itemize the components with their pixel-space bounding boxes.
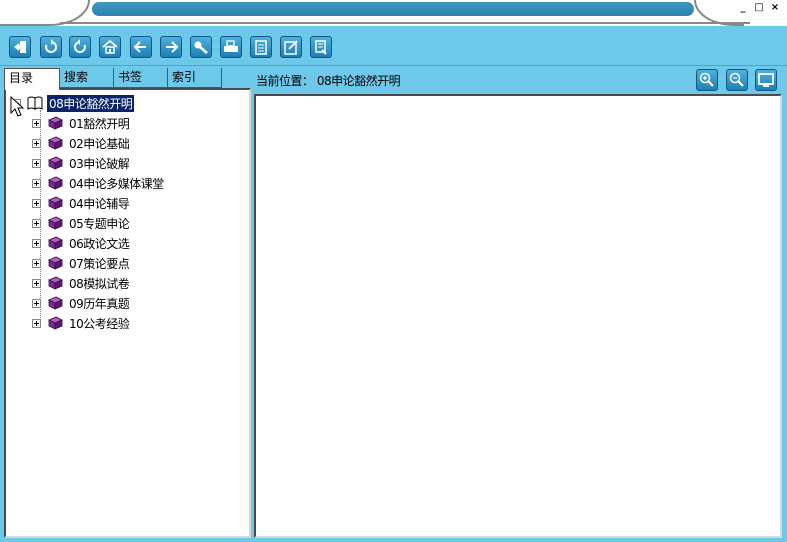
- book-icon: [48, 176, 63, 190]
- expand-icon[interactable]: [32, 278, 41, 288]
- back-rotate-button[interactable]: [69, 36, 91, 58]
- tab-contents[interactable]: 目录: [4, 68, 60, 90]
- zoom-out-button[interactable]: [726, 69, 748, 91]
- expand-icon[interactable]: [32, 198, 41, 208]
- tree-root[interactable]: 08申论豁然开明: [12, 94, 135, 112]
- refresh-icon: [45, 39, 58, 53]
- bookmark-add-icon: [284, 40, 298, 55]
- expand-icon[interactable]: [32, 178, 41, 188]
- book-icon: [48, 196, 63, 210]
- book-icon: [48, 276, 63, 290]
- location-bar: 当前位置： 08申论豁然开明: [252, 68, 782, 92]
- tab-index[interactable]: 索引: [168, 68, 222, 88]
- tab-bookmarks[interactable]: 书签: [114, 68, 168, 88]
- notes-icon: [255, 40, 267, 55]
- tab-search[interactable]: 搜索: [60, 68, 114, 88]
- monitor-icon: [758, 73, 774, 87]
- fullscreen-button[interactable]: [755, 69, 777, 91]
- expand-icon[interactable]: [32, 298, 41, 308]
- search-button[interactable]: [190, 36, 212, 58]
- expand-icon[interactable]: [32, 158, 41, 168]
- tree-item-label[interactable]: 04申论多媒体课堂: [67, 175, 166, 192]
- tree-item[interactable]: 08模拟试卷: [32, 274, 131, 292]
- tree-item[interactable]: 07策论要点: [32, 254, 131, 272]
- book-icon: [48, 136, 63, 150]
- tree-item-label[interactable]: 06政论文选: [67, 235, 131, 252]
- maximize-button[interactable]: □: [752, 2, 766, 14]
- book-icon: [48, 296, 63, 310]
- title-bar-caption[interactable]: [92, 2, 694, 16]
- toolbar: [0, 26, 787, 66]
- previous-button[interactable]: [130, 36, 152, 58]
- open-book-icon: [27, 96, 43, 110]
- collapse-icon[interactable]: [12, 98, 21, 108]
- tree-item[interactable]: 09历年真题: [32, 294, 131, 312]
- tree-item[interactable]: 01豁然开明: [32, 114, 131, 132]
- tree-item-label[interactable]: 07策论要点: [67, 255, 131, 272]
- tree-item-label[interactable]: 10公考经验: [67, 315, 131, 332]
- book-icon: [48, 316, 63, 330]
- print-icon: [224, 40, 238, 52]
- book-icon: [48, 156, 63, 170]
- home-button[interactable]: [99, 36, 121, 58]
- expand-icon[interactable]: [32, 138, 41, 148]
- expand-icon[interactable]: [32, 118, 41, 128]
- minimize-button[interactable]: _: [736, 2, 750, 14]
- zoom-out-icon: [729, 72, 744, 87]
- content-viewer[interactable]: [254, 94, 782, 538]
- rotate-left-icon: [73, 39, 86, 53]
- tree-item-label[interactable]: 02申论基础: [67, 135, 131, 152]
- tree-item[interactable]: 05专题申论: [32, 214, 131, 232]
- expand-icon[interactable]: [32, 258, 41, 268]
- tree-item-label[interactable]: 08模拟试卷: [67, 275, 131, 292]
- current-location: 当前位置： 08申论豁然开明: [256, 74, 401, 88]
- tree-item[interactable]: 10公考经验: [32, 314, 131, 332]
- tree-item-label[interactable]: 03申论破解: [67, 155, 131, 172]
- title-divider: [60, 22, 750, 24]
- refresh-button[interactable]: [40, 36, 62, 58]
- arrow-left-icon: [133, 41, 146, 53]
- side-tabs: 目录 搜索 书签 索引: [4, 68, 250, 90]
- contents-tree-panel[interactable]: 08申论豁然开明 01豁然开明 02申论基础 03申论破解 04申论多媒体课堂 …: [4, 88, 251, 538]
- arrow-right-icon: [166, 41, 179, 53]
- book-icon: [48, 216, 63, 230]
- print-button[interactable]: [220, 36, 242, 58]
- key-icon: [194, 41, 208, 54]
- tree-item[interactable]: 04申论多媒体课堂: [32, 174, 166, 192]
- home-icon: [102, 39, 118, 54]
- book-icon: [48, 236, 63, 250]
- tree-item-label[interactable]: 05专题申论: [67, 215, 131, 232]
- tree-item-label[interactable]: 04申论辅导: [67, 195, 131, 212]
- expand-icon[interactable]: [32, 218, 41, 228]
- tree-item-label[interactable]: 09历年真题: [67, 295, 131, 312]
- tree-root-label[interactable]: 08申论豁然开明: [47, 94, 135, 112]
- tree-item[interactable]: 04申论辅导: [32, 194, 131, 212]
- book-icon: [48, 116, 63, 130]
- notes-button[interactable]: [250, 36, 272, 58]
- exit-button[interactable]: [9, 36, 31, 58]
- close-button[interactable]: ×: [768, 2, 782, 14]
- tree-item[interactable]: 02申论基础: [32, 134, 131, 152]
- tree-item[interactable]: 06政论文选: [32, 234, 131, 252]
- expand-icon[interactable]: [32, 238, 41, 248]
- bookmark-list-icon: [315, 40, 327, 55]
- tree-item-label[interactable]: 01豁然开明: [67, 115, 131, 132]
- tree-item[interactable]: 03申论破解: [32, 154, 131, 172]
- book-icon: [48, 256, 63, 270]
- title-bar: _ □ ×: [0, 0, 787, 26]
- exit-icon: [14, 41, 26, 53]
- expand-icon[interactable]: [32, 318, 41, 328]
- bookmark-add-button[interactable]: [280, 36, 302, 58]
- zoom-in-button[interactable]: [696, 69, 718, 91]
- bookmark-list-button[interactable]: [310, 36, 332, 58]
- zoom-in-icon: [699, 72, 714, 87]
- next-button[interactable]: [160, 36, 182, 58]
